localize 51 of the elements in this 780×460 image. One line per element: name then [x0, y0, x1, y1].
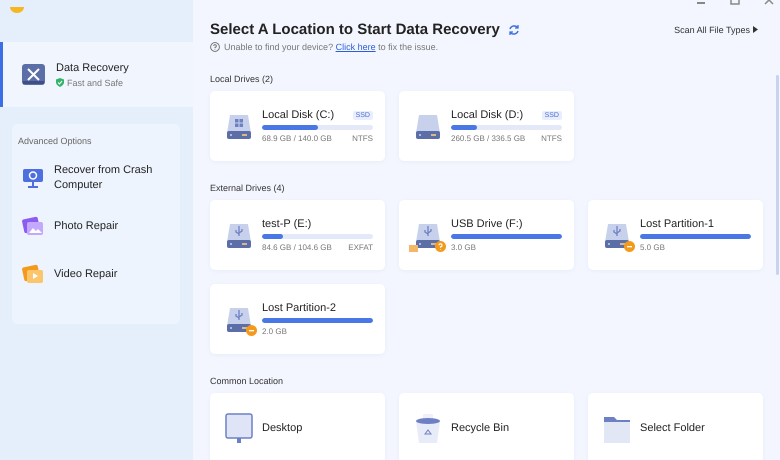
section-heading: Advanced Options	[18, 136, 93, 146]
file-system: EXFAT	[348, 243, 373, 252]
drive-name: Lost Partition-2	[262, 302, 336, 314]
data-recovery-item[interactable]: Data Recovery Fast and Safe	[0, 42, 193, 107]
recycle-bin-icon	[413, 413, 443, 443]
folder-icon	[409, 245, 418, 252]
location-name: Desktop	[262, 422, 302, 434]
sidebar-item[interactable]: Photo Repair	[18, 206, 174, 246]
caret-icon	[753, 26, 758, 33]
logo-icon	[10, 7, 24, 13]
refresh-icon[interactable]	[508, 24, 520, 36]
section-heading: Common Location	[210, 376, 284, 386]
drive-size: 68.9 GB / 140.0 GB	[262, 134, 332, 143]
location-card[interactable]: Desktop	[210, 393, 385, 460]
location-name: Select Folder	[640, 422, 705, 434]
location-card[interactable]: Recycle Bin	[399, 393, 574, 460]
photo-icon	[22, 215, 44, 237]
file-system: NTFS	[352, 134, 373, 143]
drive-card[interactable]: Lost Partition-2 2.0 GB	[210, 284, 385, 354]
drive-card[interactable]: USB Drive (F:) 3.0 GB	[399, 200, 574, 270]
location-card[interactable]: Select Folder	[588, 393, 763, 460]
help-text: Unable to find your device? Click here to fix the issue.	[224, 42, 438, 52]
item-subtitle: Fast and Safe	[67, 78, 124, 88]
scan-all-file-types-button[interactable]: Scan All File Types	[674, 24, 758, 34]
drive-size: 260.5 GB / 336.5 GB	[451, 134, 526, 143]
sidebar-item[interactable]: Recover from Crash Computer	[18, 158, 174, 198]
drive-card[interactable]: Lost Partition-1 5.0 GB	[588, 200, 763, 270]
section-heading: Local Drives (2)	[210, 74, 274, 84]
monitor-icon	[224, 413, 254, 443]
drive-name: Local Disk (C:)	[262, 109, 334, 121]
location-name: Recycle Bin	[451, 422, 510, 434]
drive-size: 5.0 GB	[640, 243, 665, 252]
drive-name: Lost Partition-1	[640, 218, 714, 230]
drive-size: 2.0 GB	[262, 327, 287, 336]
sidebar-item[interactable]: Video Repair	[18, 254, 174, 294]
section-heading: External Drives (4)	[210, 183, 286, 193]
drive-name: USB Drive (F:)	[451, 218, 522, 230]
item-title: Data Recovery	[56, 62, 129, 74]
shield-check-icon	[56, 78, 64, 87]
drive-name: Local Disk (D:)	[451, 109, 524, 121]
monitor-icon	[22, 167, 44, 189]
help-icon	[210, 42, 220, 52]
drive-tools-icon	[21, 62, 46, 87]
video-icon	[22, 263, 44, 285]
drive-card[interactable]: test-P (E:) 84.6 GB / 104.6 GB EXFAT	[210, 200, 385, 270]
page-title: Select A Location to Start Data Recovery	[210, 21, 500, 38]
drive-name: test-P (E:)	[262, 218, 312, 230]
drive-size: 84.6 GB / 104.6 GB	[262, 243, 332, 252]
click-here-link[interactable]: Click here	[336, 42, 376, 52]
file-system: NTFS	[541, 134, 562, 143]
drive-size: 3.0 GB	[451, 243, 476, 252]
